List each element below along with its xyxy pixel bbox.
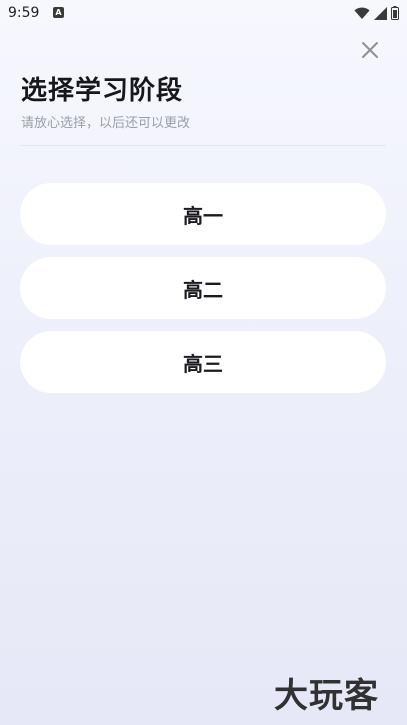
status-icons: [354, 6, 399, 20]
notification-badge: A: [53, 7, 64, 18]
battery-icon: [391, 6, 399, 20]
page-title: 选择学习阶段: [21, 76, 184, 106]
option-grade-11[interactable]: 高二: [20, 257, 386, 319]
option-label: 高三: [183, 351, 223, 376]
option-grade-10[interactable]: 高一: [20, 183, 386, 245]
option-label: 高二: [183, 277, 223, 302]
divider: [20, 145, 386, 146]
option-grade-12[interactable]: 高三: [20, 331, 386, 393]
watermark: 大玩客: [274, 676, 379, 716]
signal-icon: [374, 6, 387, 20]
option-label: 高一: [183, 203, 223, 228]
close-icon: [362, 42, 378, 58]
page-subtitle: 请放心选择，以后还可以更改: [21, 116, 191, 131]
status-time: 9:59: [8, 5, 40, 21]
close-button[interactable]: [356, 36, 384, 64]
wifi-icon: [354, 7, 370, 19]
status-bar: 9:59 A: [0, 0, 407, 28]
